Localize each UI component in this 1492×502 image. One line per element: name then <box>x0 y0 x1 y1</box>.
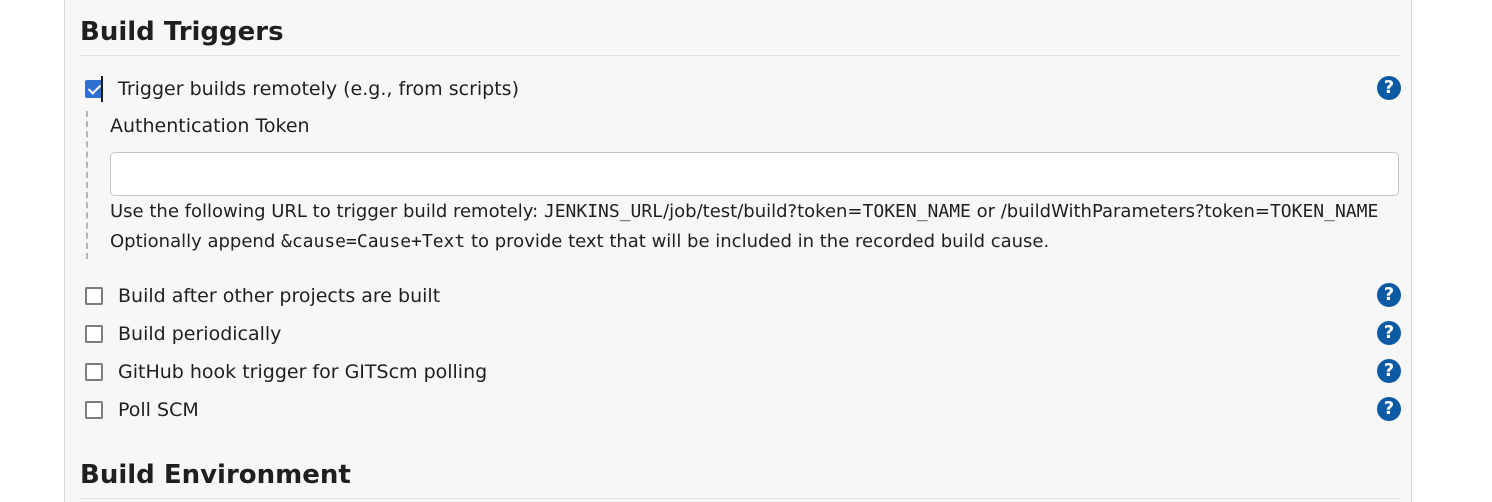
url-token-var: TOKEN_NAME <box>862 201 971 222</box>
help-icon[interactable]: ? <box>1377 397 1401 421</box>
focus-indicator <box>101 76 103 102</box>
help-icon[interactable]: ? <box>1377 283 1401 307</box>
trigger-remote-row[interactable]: Trigger builds remotely (e.g., from scri… <box>85 76 1401 102</box>
section-title-build-environment: Build Environment <box>80 460 351 490</box>
url-var-jenkins: JENKINS_URL <box>543 201 664 222</box>
build-after-other-label: Build after other projects are built <box>118 285 441 307</box>
url-help-prefix: Use the following URL to trigger build r… <box>110 201 544 222</box>
nested-options-guide <box>86 111 90 259</box>
poll-scm-checkbox[interactable] <box>85 401 103 419</box>
auth-token-input[interactable] <box>110 152 1399 196</box>
cause-help-text: Optionally append &cause=Cause+Text to p… <box>110 231 1049 252</box>
trigger-option-row[interactable]: GitHub hook trigger for GITScm polling ? <box>85 359 1401 385</box>
auth-token-label: Authentication Token <box>110 115 310 137</box>
section-title-build-triggers: Build Triggers <box>80 17 284 47</box>
trigger-remote-label: Trigger builds remotely (e.g., from scri… <box>118 78 519 100</box>
build-periodically-label: Build periodically <box>118 323 282 345</box>
url-or-text: or /buildWithParameters?token= <box>970 201 1270 222</box>
github-hook-label: GitHub hook trigger for GITScm polling <box>118 361 488 383</box>
build-after-other-checkbox[interactable] <box>85 287 103 305</box>
section-divider <box>79 498 1399 499</box>
trigger-option-row[interactable]: Poll SCM ? <box>85 397 1401 423</box>
build-periodically-checkbox[interactable] <box>85 325 103 343</box>
url-token-var-2: TOKEN_NAME <box>1269 201 1379 222</box>
config-panel: Build Triggers Trigger builds remotely (… <box>64 0 1412 502</box>
help-icon[interactable]: ? <box>1377 359 1401 383</box>
github-hook-checkbox[interactable] <box>85 363 103 381</box>
url-path: /job/test/build?token= <box>663 201 863 222</box>
section-divider <box>79 55 1399 56</box>
help-icon[interactable]: ? <box>1377 76 1401 100</box>
cause-code: &cause=Cause+Text <box>281 231 466 252</box>
help-icon[interactable]: ? <box>1377 321 1401 345</box>
cause-prefix: Optionally append <box>110 231 281 252</box>
trigger-option-row[interactable]: Build periodically ? <box>85 321 1401 347</box>
remote-url-help-text: Use the following URL to trigger build r… <box>110 201 1378 222</box>
trigger-option-row[interactable]: Build after other projects are built ? <box>85 283 1401 309</box>
poll-scm-label: Poll SCM <box>118 399 199 421</box>
cause-suffix: to provide text that will be included in… <box>465 231 1050 252</box>
